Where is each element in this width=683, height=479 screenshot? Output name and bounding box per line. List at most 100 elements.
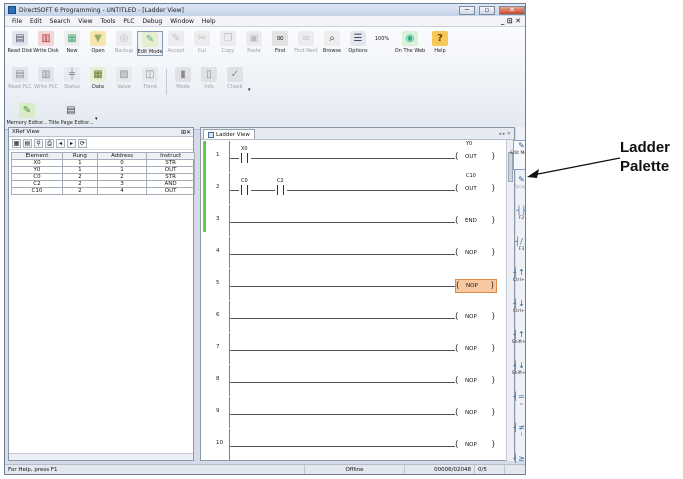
xref-horizontal-scrollbar[interactable] [9,453,193,460]
read-plc-button[interactable]: ▤ Read PLC [7,67,33,97]
xref-pane-controls[interactable]: ⊞✕ [181,129,193,136]
write-disk-button[interactable]: ▥ Write Disk [33,31,59,56]
mdi-controls[interactable]: _ ⊡ ✕ [501,17,525,25]
maximize-button[interactable]: ▫ [479,5,495,15]
status-label: Status [64,84,80,90]
palette-tool[interactable]: ┤=├= [513,392,525,418]
palette-tool[interactable]: ┤↓├Ctrl+F3 [513,299,525,325]
palette-tool[interactable]: ┤├ F2 [513,206,525,232]
menu-window[interactable]: Window [166,18,198,25]
col-instruct[interactable]: Instruct [146,152,195,160]
new-button[interactable]: ▦ New [59,31,85,56]
ladder-rung[interactable]: 10 (NOP) [201,429,507,460]
data-button[interactable]: ▦ Data [85,67,111,97]
menu-file[interactable]: File [8,18,26,25]
browse-button[interactable]: ⌕ Browse [319,31,345,56]
help-button[interactable]: ? Help [427,31,453,56]
table-row[interactable]: C10 2 4 OUT [11,187,195,195]
mode-button[interactable]: ▮ Mode [170,67,196,97]
coil[interactable]: (NOP) [455,311,497,325]
ladder-rung[interactable]: 8 (NOP) [201,365,507,396]
col-element[interactable]: Element [11,152,63,160]
coil[interactable]: (END) [455,215,497,229]
tab-controls[interactable]: ◂ ▸ ✕ [499,131,514,137]
table-row[interactable]: C0 2 2 STR [11,173,195,181]
coil[interactable]: (OUT) [455,183,497,197]
ladder-rung[interactable]: 6 (NOP) [201,301,507,332]
refresh-icon[interactable]: ⟳ [78,138,87,148]
options-button[interactable]: ☰ Options [345,31,371,56]
on-the-web-button[interactable]: ◉ On The Web [393,31,427,56]
contact[interactable]: X0 [239,146,251,163]
title-page-editor-button[interactable]: ▤ Title Page Editor... [47,103,95,126]
read-disk-button[interactable]: ▤ Read Disk [7,31,33,56]
filter-icon[interactable]: ⚲ [34,138,43,148]
status-button[interactable]: ╪ Status [59,67,85,97]
cell: C10 [11,187,63,195]
paste-button[interactable]: ▣ Paste [241,31,267,56]
copy-button[interactable]: ❐ Copy [215,31,241,56]
menu-search[interactable]: Search [46,18,75,25]
cell: STR [146,159,195,167]
find-next-button[interactable]: ∞ Find Next [293,31,319,56]
find-button[interactable]: ∞ Find [267,31,293,56]
list-view-icon[interactable]: ▤ [23,138,32,148]
palette-tool-label: Shift+F2 [511,340,526,345]
value-button[interactable]: ▧ Value [111,67,137,97]
palette-tool[interactable]: ┤↑├Shift+F2 [511,330,526,356]
rung-number: 6 [216,312,220,318]
next-icon[interactable]: ▸ [67,138,76,148]
palette-tool[interactable]: ┤≠├! [513,423,525,449]
backup-button[interactable]: ◎ Backup [111,31,137,56]
coil[interactable]: (NOP) [455,343,497,357]
ladder-rung[interactable]: 5 (NOP) [201,269,507,300]
coil[interactable]: (NOP) [455,375,497,389]
menu-view[interactable]: View [74,18,96,25]
ladder-rung[interactable]: 3 (END) [201,205,507,236]
toolbar-overflow-icon[interactable]: ▾ [248,87,251,93]
ladder-rung[interactable]: 9 (NOP) [201,397,507,428]
coil[interactable]: (NOP) [455,407,497,421]
ladder-rung[interactable]: 1 X0 Y0 (OUT) [201,141,507,172]
accept-button[interactable]: ✎ Accept [163,31,189,56]
ladder-rung[interactable]: 2 C0 C2 C10 (OUT) [201,173,507,204]
menu-edit[interactable]: Edit [26,18,46,25]
palette-tool[interactable]: ┤/├F3 [513,237,525,263]
menu-help[interactable]: Help [198,18,220,25]
ladder-rung[interactable]: 4 (NOP) [201,237,507,268]
check-button[interactable]: ✓ Check [222,67,248,97]
grid-view-icon[interactable]: ▦ [12,138,21,148]
menu-debug[interactable]: Debug [138,18,166,25]
info-button[interactable]: ▯ Info [196,67,222,97]
ladder-rung[interactable]: 7 (NOP) [201,333,507,364]
coil[interactable]: (NOP) [455,247,497,261]
coil[interactable]: (OUT) [455,151,497,165]
contact[interactable]: C2 [275,178,287,195]
tab-ladder-view[interactable]: Ladder View [203,129,255,139]
coil[interactable]: (NOP) [455,439,497,453]
open-button[interactable]: ▼ Open [85,31,111,56]
table-row[interactable]: Y0 1 1 OUT [11,166,195,174]
zoom-dropdown[interactable]: 100% [371,31,393,56]
memory-editor-button[interactable]: ✎ Memory Editor... [6,103,48,126]
cut-button[interactable]: ✂ Cut [189,31,215,56]
table-row[interactable]: C2 2 3 AND [11,180,195,188]
cell: 1 [61,166,98,174]
col-rung[interactable]: Rung [61,152,98,160]
table-row[interactable]: X0 1 0 STR [11,159,195,167]
close-button[interactable]: ✕ [499,5,525,15]
contact[interactable]: C0 [239,178,251,195]
print-icon[interactable]: ⎙ [45,138,54,148]
edit-mode-button[interactable]: ✎ Edit Mode [137,31,163,56]
toolbar-overflow-icon[interactable]: ▾ [95,116,98,122]
menu-tools[interactable]: Tools [97,18,120,25]
palette-tool[interactable]: ┤↑├Ctrl+F2 [513,268,525,294]
col-address[interactable]: Address [96,152,148,160]
coil[interactable]: (NOP) [455,279,497,293]
palette-tool[interactable]: ┤↓├Shift+F3 [512,361,525,387]
trend-button[interactable]: ◫ Trend [137,67,163,97]
minimize-button[interactable]: ─ [459,5,475,15]
prev-icon[interactable]: ◂ [56,138,65,148]
menu-plc[interactable]: PLC [119,18,138,25]
write-plc-button[interactable]: ▥ Write PLC [33,67,59,97]
